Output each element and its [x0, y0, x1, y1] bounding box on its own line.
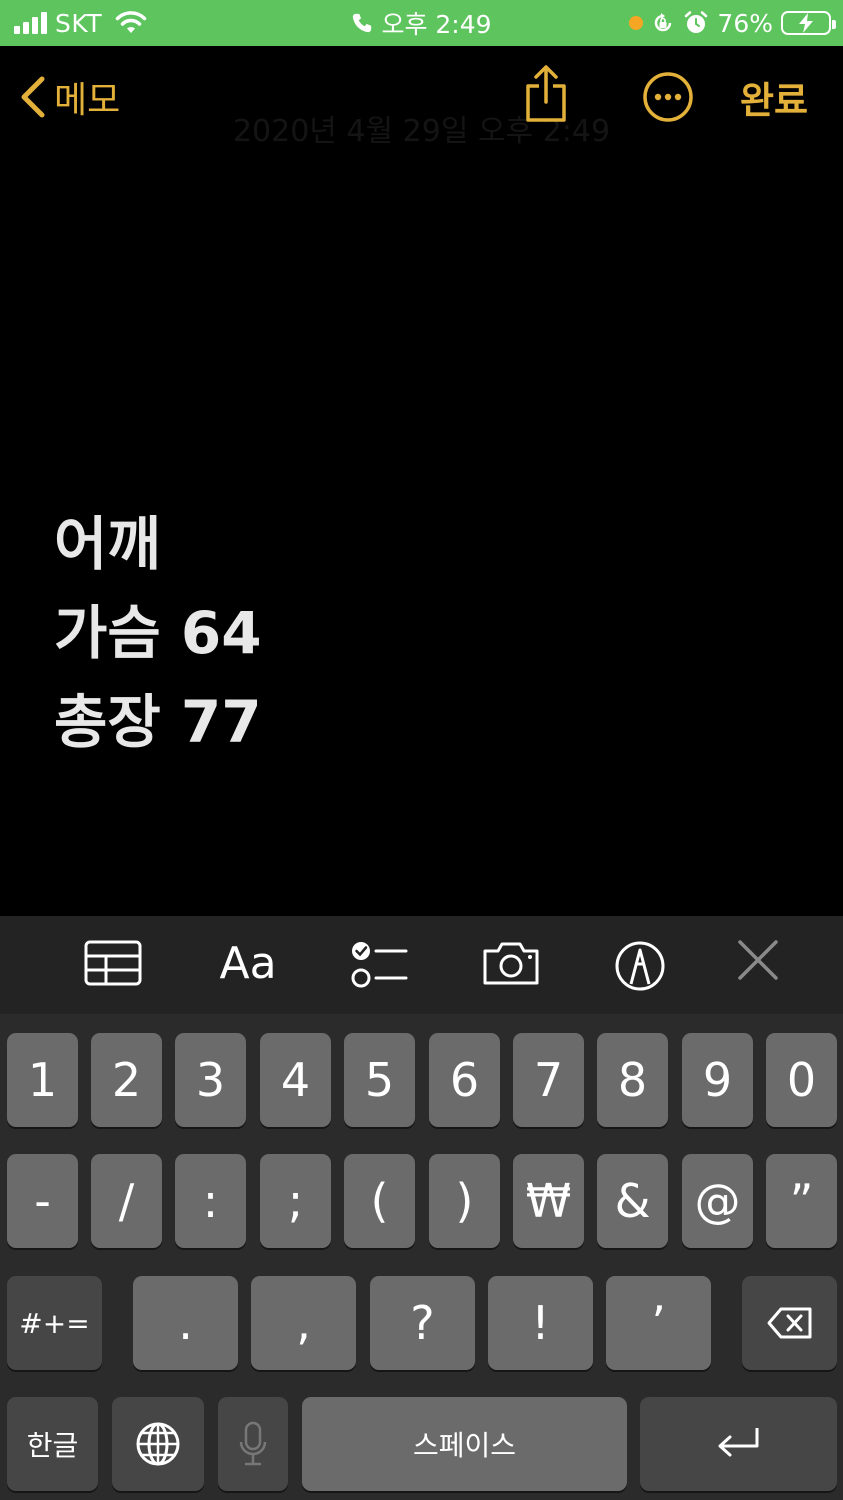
camera-icon[interactable]: [481, 940, 541, 986]
key-hyphen[interactable]: -: [7, 1154, 78, 1248]
key-2[interactable]: 2: [91, 1033, 162, 1127]
status-right: 76%: [629, 0, 836, 46]
markup-pen-icon[interactable]: [614, 940, 666, 992]
done-button[interactable]: 완료: [740, 70, 808, 122]
key-slash[interactable]: /: [91, 1154, 162, 1248]
key-open-paren[interactable]: (: [344, 1154, 415, 1248]
key-apostrophe[interactable]: ’: [606, 1276, 711, 1370]
battery-percent: 76%: [717, 8, 773, 38]
note-line[interactable]: 어깨: [54, 500, 794, 589]
status-left: SKT: [14, 0, 148, 46]
more-options-icon[interactable]: [642, 71, 694, 123]
key-ampersand[interactable]: &: [597, 1154, 668, 1248]
key-globe[interactable]: [112, 1397, 204, 1491]
key-quote[interactable]: ”: [766, 1154, 837, 1248]
rotation-lock-icon: [655, 13, 672, 32]
key-exclamation[interactable]: !: [488, 1276, 593, 1370]
key-dictation[interactable]: [218, 1397, 288, 1491]
back-button[interactable]: 메모: [16, 72, 120, 122]
carrier-name: SKT: [55, 8, 103, 38]
cellular-signal-icon: [14, 12, 47, 34]
key-colon[interactable]: :: [175, 1154, 246, 1248]
alarm-icon: [685, 11, 708, 33]
note-line[interactable]: 가슴 64: [54, 589, 794, 678]
key-close-paren[interactable]: ): [429, 1154, 500, 1248]
key-return[interactable]: [640, 1397, 837, 1491]
phone-call-icon: [353, 13, 372, 33]
key-at[interactable]: @: [682, 1154, 753, 1248]
microphone-in-use-indicator: [629, 16, 644, 30]
key-question[interactable]: ?: [370, 1276, 475, 1370]
status-time: 오후 2:49: [381, 10, 492, 39]
globe-icon: [136, 1422, 180, 1466]
note-date-faded: 2020년 4월 29일 오후 2:49: [232, 114, 611, 149]
share-icon[interactable]: [520, 64, 572, 124]
note-content[interactable]: 어깨 가슴 64 총장 77: [54, 500, 794, 767]
return-icon: [718, 1428, 758, 1457]
text-format-button[interactable]: Aa: [216, 938, 280, 989]
key-semicolon[interactable]: ;: [260, 1154, 331, 1248]
wifi-icon: [115, 11, 147, 33]
battery-charging-icon: [781, 11, 836, 35]
key-8[interactable]: 8: [597, 1033, 668, 1127]
status-bar: SKT 오후 2:49 76%: [0, 0, 843, 46]
key-0[interactable]: 0: [766, 1033, 837, 1127]
checklist-icon[interactable]: [350, 940, 408, 990]
key-space[interactable]: 스페이스: [302, 1397, 627, 1491]
key-6[interactable]: 6: [429, 1033, 500, 1127]
key-1[interactable]: 1: [7, 1033, 78, 1127]
key-period[interactable]: .: [133, 1276, 238, 1370]
note-line[interactable]: 총장 77: [54, 678, 794, 767]
microphone-icon: [239, 1421, 267, 1466]
key-4[interactable]: 4: [260, 1033, 331, 1127]
close-icon[interactable]: [736, 938, 780, 982]
back-button-label: 메모: [54, 80, 121, 121]
key-comma[interactable]: ,: [251, 1276, 356, 1370]
key-5[interactable]: 5: [344, 1033, 415, 1127]
key-9[interactable]: 9: [682, 1033, 753, 1127]
key-3[interactable]: 3: [175, 1033, 246, 1127]
key-backspace[interactable]: [742, 1276, 837, 1370]
key-7[interactable]: 7: [513, 1033, 584, 1127]
backspace-icon: [767, 1307, 811, 1339]
keyboard: 1 2 3 4 5 6 7 8 9 0 - / : ; ( ) ₩ & @ ” …: [0, 1014, 843, 1500]
key-language-korean[interactable]: 한글: [7, 1397, 98, 1491]
key-more-symbols[interactable]: #+=: [7, 1276, 102, 1370]
navigation-bar: 2020년 4월 29일 오후 2:49 메모 완료: [0, 46, 843, 149]
formatting-toolbar: Aa: [0, 916, 843, 1014]
key-won[interactable]: ₩: [513, 1154, 584, 1248]
table-icon[interactable]: [84, 940, 142, 986]
chevron-left-icon: [21, 76, 45, 118]
